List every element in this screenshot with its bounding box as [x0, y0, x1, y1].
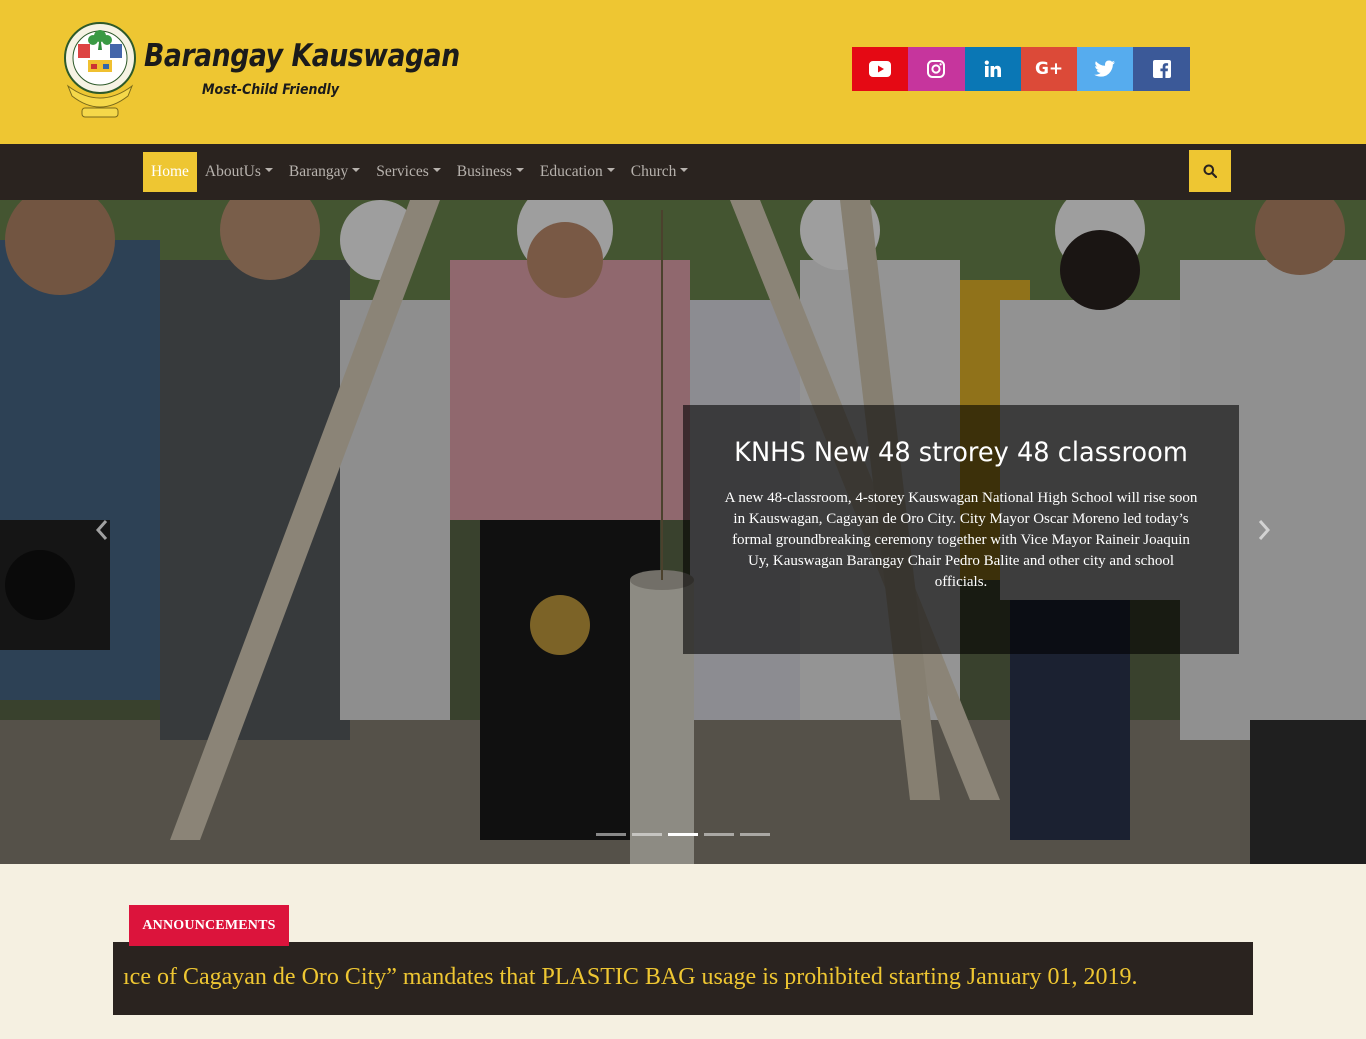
- youtube-icon: [869, 61, 892, 77]
- carousel-indicator[interactable]: [596, 833, 626, 836]
- barangay-seal-logo[interactable]: [62, 20, 138, 120]
- caret-down-icon: [352, 168, 361, 172]
- chevron-left-icon: [95, 520, 108, 540]
- nav-item-label: Barangay: [288, 163, 349, 180]
- nav-menu: Home AboutUs Barangay Services Business …: [143, 152, 696, 192]
- nav-item-services[interactable]: Services: [368, 152, 449, 192]
- caret-down-icon: [515, 168, 524, 172]
- nav-item-barangay[interactable]: Barangay: [281, 152, 368, 192]
- carousel-prev-button[interactable]: [82, 510, 122, 550]
- nav-item-label: Education: [539, 163, 603, 180]
- google-plus-button[interactable]: G+: [1020, 47, 1078, 91]
- announcements-label: ANNOUNCEMENTS: [129, 905, 289, 946]
- search-button[interactable]: [1189, 150, 1231, 192]
- site-header: Barangay Kauswagan Most-Child Friendly G…: [0, 0, 1366, 144]
- nav-item-label: Church: [630, 163, 677, 180]
- carousel-next-button[interactable]: [1244, 510, 1284, 550]
- slide-caption: KNHS New 48 strorey 48 classroom A new 4…: [683, 405, 1239, 654]
- nav-item-church[interactable]: Church: [623, 152, 697, 192]
- linkedin-button[interactable]: [964, 47, 1021, 91]
- hero-carousel: KNHS New 48 strorey 48 classroom A new 4…: [0, 200, 1366, 864]
- google-plus-icon: G+: [1034, 59, 1064, 79]
- slide-caption-text: A new 48-classroom, 4-storey Kauswagan N…: [724, 490, 1198, 590]
- carousel-indicator-active[interactable]: [668, 833, 698, 836]
- announcement-ticker: ıce of Cagayan de Oro City” mandates tha…: [113, 942, 1253, 1015]
- site-title[interactable]: Barangay Kauswagan: [144, 38, 460, 74]
- carousel-indicator[interactable]: [704, 833, 734, 836]
- facebook-icon: [1152, 60, 1171, 78]
- caret-down-icon: [606, 168, 615, 172]
- twitter-icon: [1094, 60, 1116, 77]
- nav-item-business[interactable]: Business: [449, 152, 532, 192]
- nav-item-label: Home: [151, 163, 189, 180]
- nav-item-label: AboutUs: [204, 163, 261, 180]
- facebook-button[interactable]: [1133, 47, 1190, 91]
- twitter-button[interactable]: [1077, 47, 1134, 91]
- carousel-indicator[interactable]: [740, 833, 770, 836]
- linkedin-icon: [984, 60, 1001, 77]
- main-navbar: Home AboutUs Barangay Services Business …: [0, 144, 1366, 200]
- caret-down-icon: [264, 168, 273, 172]
- announcement-ticker-text[interactable]: ıce of Cagayan de Oro City” mandates tha…: [123, 964, 1137, 991]
- carousel-indicators: [596, 833, 770, 836]
- nav-item-home[interactable]: Home: [143, 152, 197, 192]
- nav-item-label: Services: [376, 163, 429, 180]
- slide-caption-title: KNHS New 48 strorey 48 classroom: [734, 437, 1188, 468]
- nav-item-aboutus[interactable]: AboutUs: [197, 152, 281, 192]
- chevron-right-icon: [1258, 520, 1271, 540]
- caret-down-icon: [432, 168, 441, 172]
- social-links: G+: [852, 47, 1190, 91]
- site-tagline: Most-Child Friendly: [202, 82, 340, 98]
- search-icon: [1203, 164, 1217, 178]
- nav-item-label: Business: [456, 163, 512, 180]
- youtube-button[interactable]: [852, 47, 909, 91]
- instagram-icon: [927, 60, 946, 78]
- caret-down-icon: [680, 168, 689, 172]
- carousel-indicator[interactable]: [632, 833, 662, 836]
- instagram-button[interactable]: [908, 47, 965, 91]
- nav-item-education[interactable]: Education: [532, 152, 623, 192]
